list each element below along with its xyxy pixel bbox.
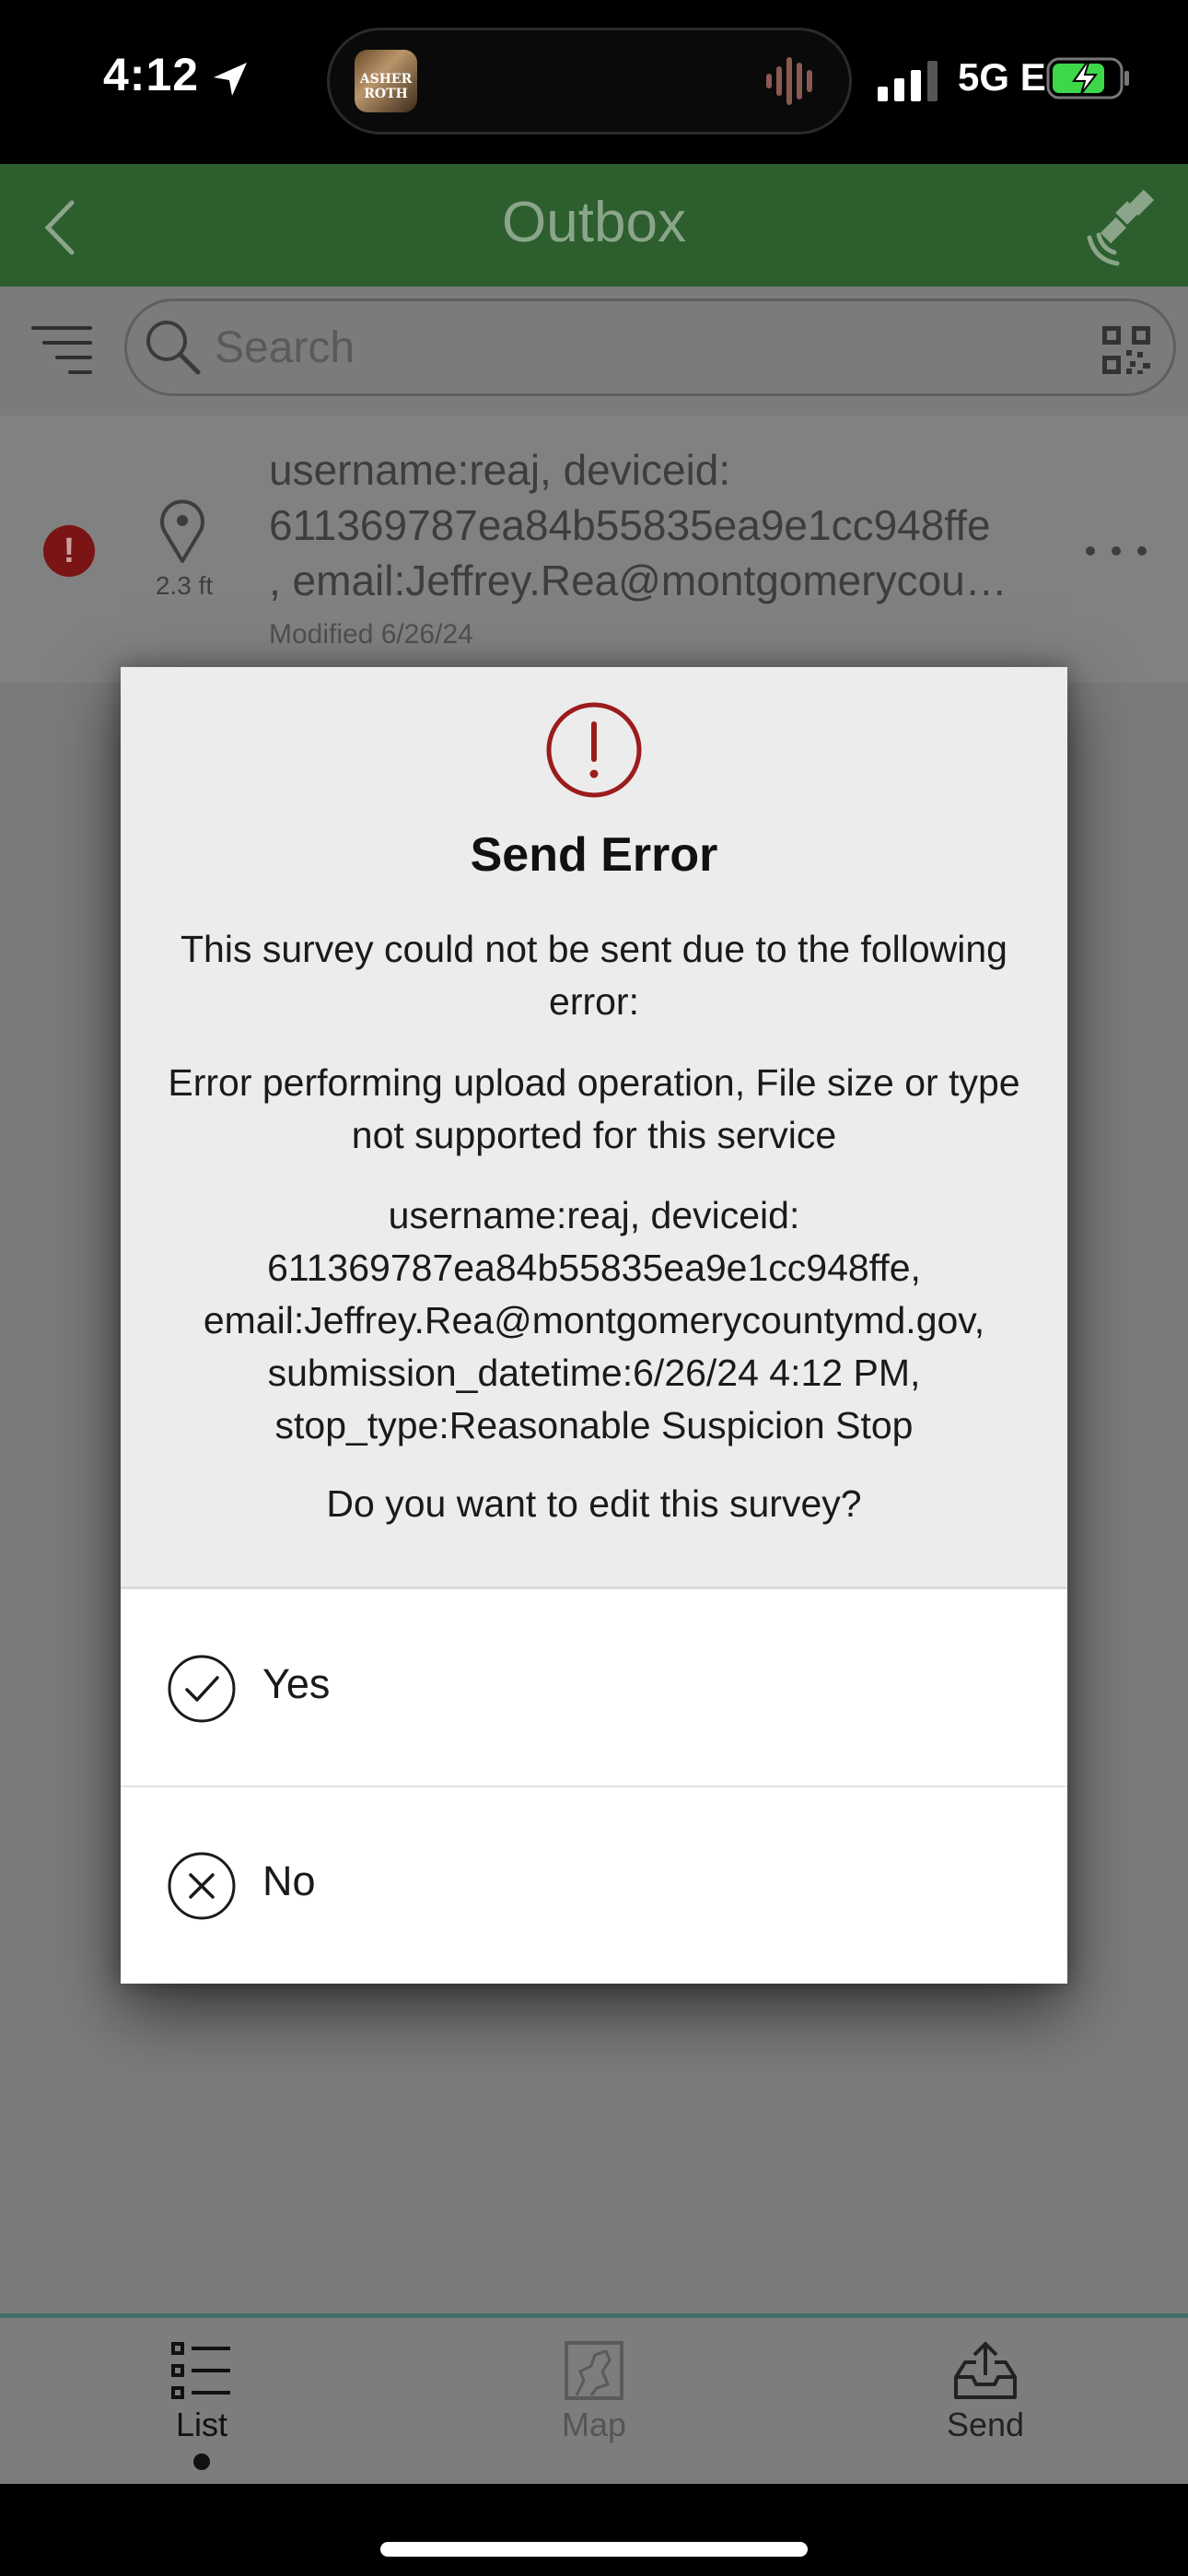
status-time: 4:12 <box>103 49 200 100</box>
tab-list[interactable]: List <box>110 2340 294 2444</box>
detail-line: email:Jeffrey.Rea@montgomerycountymd.gov… <box>203 1299 985 1341</box>
detail-line: username:reaj, deviceid: <box>388 1194 800 1236</box>
divider <box>121 1587 1067 1589</box>
network-type: 5G E <box>958 55 1046 99</box>
dialog-title: Send Error <box>470 828 718 882</box>
error-status-icon: ! <box>43 525 95 577</box>
tab-send[interactable]: Send <box>893 2340 1077 2444</box>
detail-line: stop_type:Reasonable Suspicion Stop <box>274 1404 914 1446</box>
now-playing-artwork: ASHER ROTH <box>355 50 417 112</box>
tab-map-label: Map <box>561 2406 627 2443</box>
yes-option-button[interactable]: Yes <box>121 1592 1067 1786</box>
audio-waveform-icon <box>766 57 812 105</box>
send-tray-icon <box>954 2342 1017 2399</box>
detail-line: submission_datetime:6/26/24 4:12 PM, <box>267 1352 921 1394</box>
filter-sort-icon[interactable] <box>29 322 94 378</box>
item-title: username:reaj, deviceid: 611369787ea84b5… <box>269 442 1057 608</box>
location-arrow-icon <box>214 63 247 96</box>
home-indicator[interactable] <box>380 2542 808 2557</box>
dialog-question: Do you want to edit this survey? <box>326 1482 862 1525</box>
home-indicator-area <box>0 2484 1188 2576</box>
active-tab-indicator <box>193 2453 210 2470</box>
divider <box>121 1786 1067 1787</box>
item-title-line: username:reaj, deviceid: <box>269 446 731 494</box>
artwork-text: ASHER ROTH <box>359 72 413 101</box>
gps-satellite-icon[interactable] <box>1082 184 1165 267</box>
yes-option-label: Yes <box>262 1660 331 1707</box>
alert-circle-icon <box>546 702 642 798</box>
tab-map[interactable]: Map <box>502 2340 686 2444</box>
detail-line: 611369787ea84b55835ea9e1cc948ffe, <box>267 1247 921 1289</box>
search-icon <box>146 321 201 375</box>
dialog-message: This survey could not be sent due to the… <box>181 928 1007 1023</box>
search-placeholder: Search <box>215 323 355 372</box>
item-title-line: , email:Jeffrey.Rea@montgomerycou… <box>269 556 1007 604</box>
dialog-error-text: Error performing upload operation, File … <box>168 1061 1020 1156</box>
qr-code-scan-icon[interactable] <box>1101 324 1152 376</box>
item-distance: 2.3 ft <box>155 571 214 600</box>
item-modified-date: Modified 6/26/24 <box>269 619 473 650</box>
page-title: Outbox <box>502 191 686 254</box>
no-option-button[interactable]: No <box>121 1789 1067 1983</box>
cellular-signal-icon <box>878 61 938 101</box>
dialog-survey-details: username:reaj, deviceid: 611369787ea84b5… <box>147 1189 1041 1452</box>
check-circle-icon <box>168 1655 236 1723</box>
item-title-line: 611369787ea84b55835ea9e1cc948ffe <box>269 501 991 549</box>
no-option-label: No <box>262 1857 316 1904</box>
location-pin-icon <box>160 499 204 563</box>
x-circle-icon <box>168 1852 236 1920</box>
map-icon <box>565 2341 623 2400</box>
more-options-icon[interactable] <box>1079 534 1153 568</box>
list-icon <box>171 2342 230 2399</box>
tab-list-label: List <box>175 2406 228 2443</box>
tab-send-label: Send <box>946 2406 1025 2443</box>
battery-charging-icon <box>1046 57 1129 100</box>
